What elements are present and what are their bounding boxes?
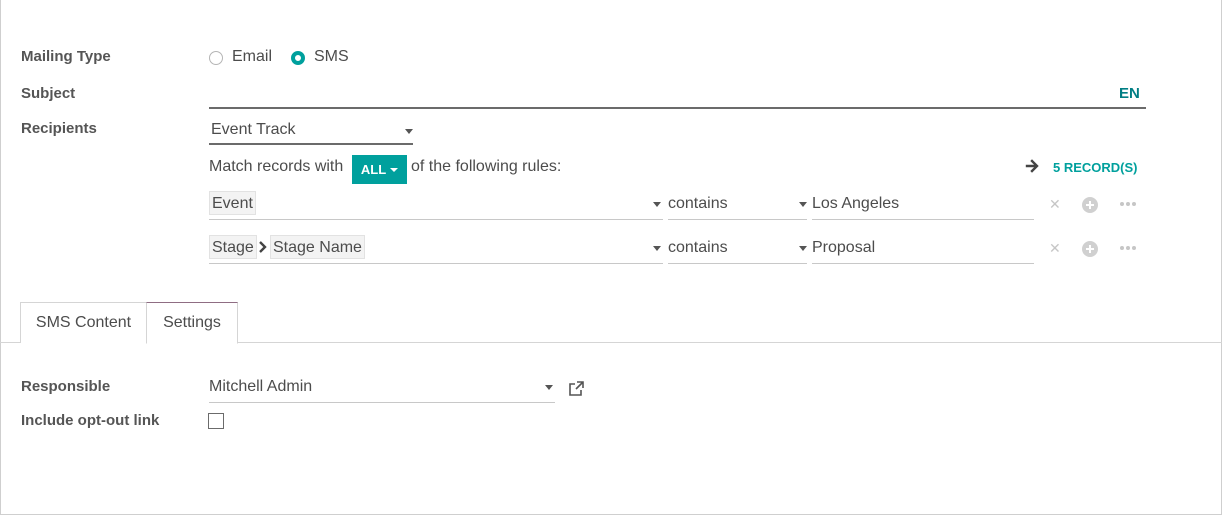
radio-email-label[interactable]: Email — [232, 48, 272, 66]
radio-sms-label[interactable]: SMS — [314, 48, 349, 66]
mailing-type-label: Mailing Type — [21, 48, 111, 65]
rule-value-input[interactable]: Los Angeles — [812, 195, 899, 213]
form-sheet — [0, 0, 1222, 515]
rule-field-underline — [209, 219, 663, 220]
chevron-down-icon[interactable] — [799, 246, 807, 251]
match-mode-button[interactable]: ALL — [352, 155, 407, 184]
chevron-down-icon[interactable] — [799, 202, 807, 207]
external-link-icon[interactable] — [568, 380, 585, 397]
rule-operator-select[interactable]: contains — [668, 195, 728, 213]
arrow-right-icon[interactable] — [1025, 159, 1041, 175]
chevron-right-icon — [259, 241, 267, 253]
language-button[interactable]: EN — [1119, 85, 1140, 102]
rule-field-underline — [209, 263, 663, 264]
tab-sms-content[interactable]: SMS Content — [20, 302, 147, 343]
rule-operator-underline — [668, 219, 807, 220]
rule-field-tag[interactable]: Stage Name — [270, 235, 365, 259]
chevron-down-icon[interactable] — [653, 246, 661, 251]
records-count-link[interactable]: 5 RECORD(S) — [1053, 160, 1138, 175]
recipients-label: Recipients — [21, 120, 97, 137]
chevron-down-icon[interactable] — [405, 129, 413, 134]
rule-field-tag[interactable]: Stage — [209, 235, 257, 259]
rule-operator-select[interactable]: contains — [668, 239, 728, 257]
rule-value-underline — [812, 219, 1034, 220]
responsible-select[interactable]: Mitchell Admin — [209, 378, 312, 396]
rule-operator-underline — [668, 263, 807, 264]
match-suffix: of the following rules: — [411, 158, 562, 175]
tab-settings[interactable]: Settings — [146, 302, 238, 344]
rule-value-input[interactable]: Proposal — [812, 239, 875, 257]
responsible-label: Responsible — [21, 378, 111, 395]
add-rule-icon[interactable] — [1081, 240, 1099, 258]
radio-sms[interactable] — [291, 51, 305, 65]
recipients-underline — [209, 143, 413, 145]
add-rule-icon[interactable] — [1081, 196, 1099, 214]
more-options-icon[interactable] — [1119, 245, 1137, 251]
subject-label: Subject — [21, 85, 76, 102]
subject-input[interactable] — [209, 84, 1109, 106]
responsible-underline — [209, 402, 555, 403]
recipients-select[interactable]: Event Track — [211, 121, 295, 139]
radio-email[interactable] — [209, 51, 223, 65]
subject-input-underline — [209, 107, 1146, 109]
rule-value-underline — [812, 263, 1034, 264]
more-options-icon[interactable] — [1119, 201, 1137, 207]
chevron-down-icon[interactable] — [545, 385, 553, 390]
match-mode-label: ALL — [360, 162, 387, 177]
optout-checkbox[interactable] — [208, 413, 224, 429]
rule-field-tag[interactable]: Event — [209, 191, 256, 215]
delete-rule-icon[interactable]: ✕ — [1049, 196, 1061, 213]
chevron-down-icon — [390, 167, 399, 172]
delete-rule-icon[interactable]: ✕ — [1049, 240, 1061, 257]
chevron-down-icon[interactable] — [653, 202, 661, 207]
optout-label: Include opt-out link — [21, 412, 160, 429]
match-prefix: Match records with — [209, 158, 344, 175]
